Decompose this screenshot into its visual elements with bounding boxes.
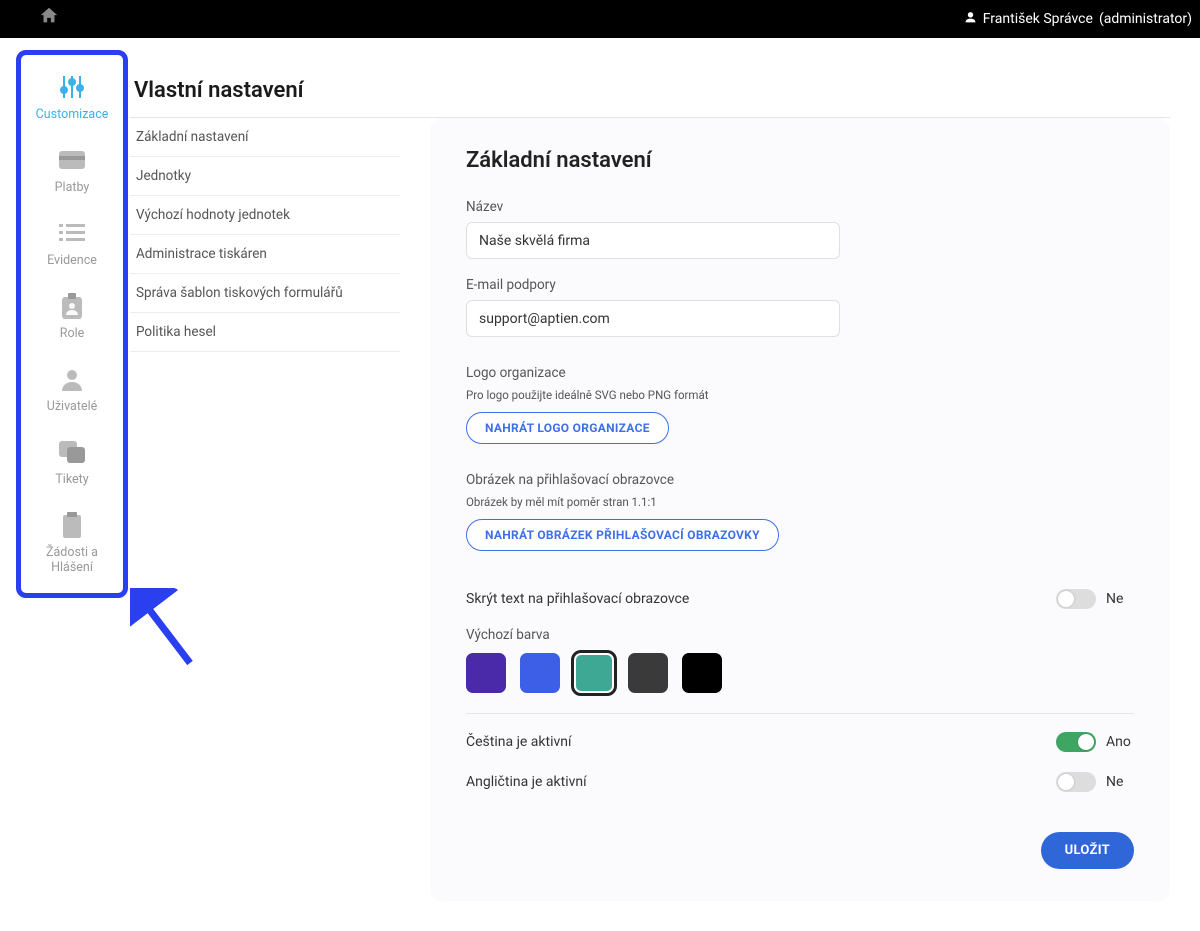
name-label: Název <box>466 199 1134 215</box>
sidebar-item-label: Role <box>25 326 119 341</box>
email-label: E-mail podpory <box>466 277 1134 293</box>
form-card: Základní nastavení Název E-mail podpory … <box>430 118 1170 901</box>
sliders-icon <box>25 73 119 101</box>
name-input[interactable] <box>466 222 840 259</box>
czech-value: Ano <box>1106 734 1134 750</box>
subnav-item[interactable]: Výchozí hodnoty jednotek <box>130 196 400 235</box>
sidebar-item-role[interactable]: Role <box>25 292 119 341</box>
english-toggle[interactable] <box>1056 772 1096 792</box>
sidebar-item-platby[interactable]: Platby <box>25 146 119 195</box>
save-button[interactable]: ULOŽIT <box>1041 832 1134 869</box>
english-value: Ne <box>1106 774 1134 790</box>
topbar: František Správce (administrator) <box>0 0 1200 38</box>
subnav-item[interactable]: Správa šablon tiskových formulářů <box>130 274 400 313</box>
sidebar-item-evidence[interactable]: Evidence <box>25 219 119 268</box>
subnav-item[interactable]: Politika hesel <box>130 313 400 352</box>
sidebar-item-uzivatele[interactable]: Uživatelé <box>25 365 119 414</box>
email-input[interactable] <box>466 300 840 337</box>
logo-label: Logo organizace <box>466 365 1134 381</box>
english-row: Angličtina je aktivní Ne <box>466 762 1134 802</box>
page-title: Vlastní nastavení <box>130 58 1170 117</box>
loginimg-label: Obrázek na přihlašovací obrazovce <box>466 472 1134 488</box>
subnav-item[interactable]: Jednotky <box>130 157 400 196</box>
english-label: Angličtina je aktivní <box>466 774 587 790</box>
loginimg-hint: Obrázek by měl mít poměr stran 1.1:1 <box>466 495 1134 509</box>
user-info[interactable]: František Správce (administrator) <box>964 11 1192 28</box>
czech-label: Čeština je aktivní <box>466 734 572 750</box>
user-role: (administrator) <box>1099 11 1192 27</box>
sidebar-item-label: Customizace <box>25 107 119 122</box>
sidebar-item-label: Evidence <box>25 253 119 268</box>
home-icon[interactable] <box>38 5 60 33</box>
color-label: Výchozí barva <box>466 627 1134 643</box>
sidebar-item-customizace[interactable]: Customizace <box>25 73 119 122</box>
sidebar-item-label: Žádosti a Hlášení <box>25 545 119 575</box>
czech-toggle[interactable] <box>1056 732 1096 752</box>
badge-icon <box>25 292 119 320</box>
divider <box>466 713 1134 714</box>
hide-text-label: Skrýt text na přihlašovací obrazovce <box>466 591 689 607</box>
user-icon <box>964 11 977 28</box>
sidebar: Customizace Platby Evidence Role Uživate… <box>16 50 128 598</box>
sidebar-item-zadosti[interactable]: Žádosti a Hlášení <box>25 511 119 575</box>
hide-text-value: Ne <box>1106 591 1134 607</box>
subnav: Základní nastavení Jednotky Výchozí hodn… <box>130 118 400 901</box>
color-swatch-1[interactable] <box>520 653 560 693</box>
tickets-icon <box>25 438 119 466</box>
hide-text-toggle[interactable] <box>1056 589 1096 609</box>
user-name: František Správce <box>983 11 1093 27</box>
czech-row: Čeština je aktivní Ano <box>466 722 1134 762</box>
upload-loginimg-button[interactable]: NAHRÁT OBRÁZEK PŘIHLAŠOVACÍ OBRAZOVKY <box>466 519 779 551</box>
color-swatch-4[interactable] <box>682 653 722 693</box>
color-swatch-2[interactable] <box>574 653 614 693</box>
sidebar-item-label: Uživatelé <box>25 399 119 414</box>
upload-logo-button[interactable]: NAHRÁT LOGO ORGANIZACE <box>466 412 669 444</box>
form-title: Základní nastavení <box>466 148 1134 173</box>
sidebar-item-label: Platby <box>25 180 119 195</box>
sidebar-item-label: Tikety <box>25 472 119 487</box>
subnav-item[interactable]: Administrace tiskáren <box>130 235 400 274</box>
hide-text-row: Skrýt text na přihlašovací obrazovce Ne <box>466 579 1134 619</box>
subnav-item[interactable]: Základní nastavení <box>130 118 400 157</box>
color-swatch-3[interactable] <box>628 653 668 693</box>
color-swatch-0[interactable] <box>466 653 506 693</box>
clipboard-icon <box>25 511 119 539</box>
annotation-arrow <box>130 588 210 678</box>
user-icon <box>25 365 119 393</box>
list-icon <box>25 219 119 247</box>
sidebar-item-tikety[interactable]: Tikety <box>25 438 119 487</box>
card-icon <box>25 146 119 174</box>
logo-hint: Pro logo použijte ideálně SVG nebo PNG f… <box>466 388 1134 402</box>
color-row <box>466 653 1134 693</box>
